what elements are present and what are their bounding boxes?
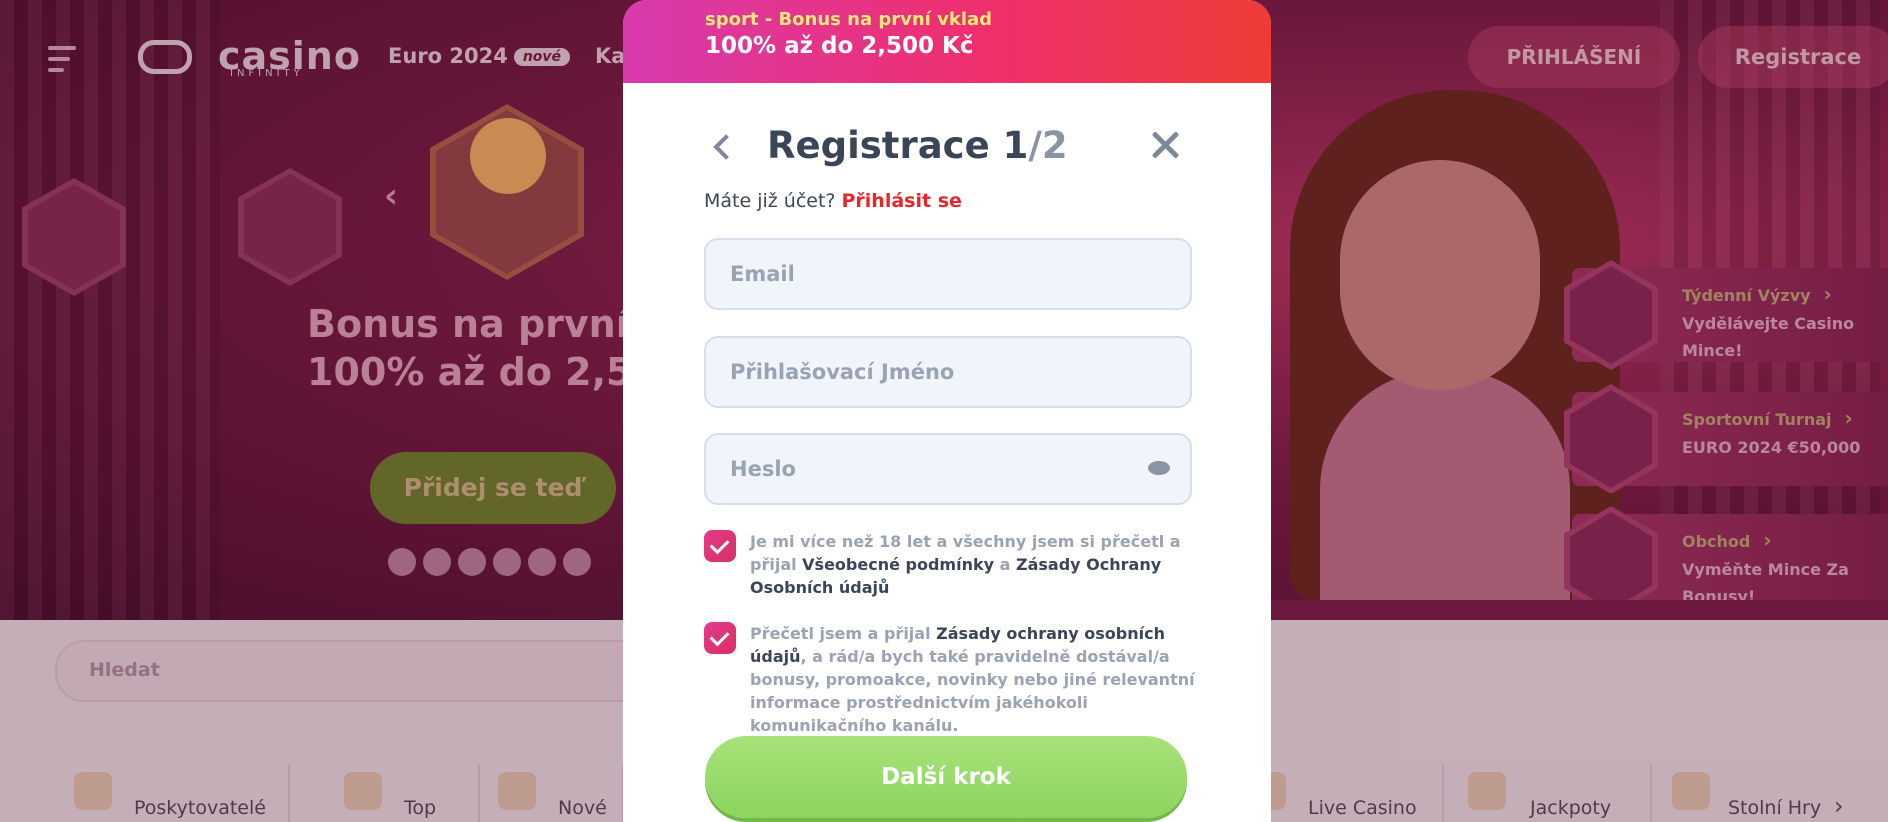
bonus-banner-subtitle: sport - Bonus na první vklad [705, 9, 993, 30]
registration-modal: sport - Bonus na první vklad 100% až do … [623, 0, 1271, 822]
show-password-eye-icon[interactable] [1148, 461, 1170, 475]
email-field[interactable] [704, 238, 1192, 310]
have-account-text: Máte již účet? [704, 190, 836, 212]
terms-link[interactable]: Všeobecné podmínky [802, 555, 994, 574]
password-input[interactable] [728, 435, 1132, 503]
close-icon[interactable] [1150, 130, 1180, 160]
marketing-consent-text: Přečetl jsem a přijal Zásady ochrany oso… [750, 622, 1200, 737]
have-account-row: Máte již účet? Přihlásit se [704, 190, 962, 212]
next-step-button[interactable]: Další krok [705, 736, 1187, 818]
consent2-rest: , a rád/a bych také pravidelně dostával/… [750, 647, 1195, 735]
modal-title: Registrace 1/2 [767, 124, 1068, 167]
bonus-banner-title: 100% až do 2,500 Kč [705, 33, 974, 59]
email-input[interactable] [728, 240, 1132, 308]
modal-title-step: Registrace 1 [767, 124, 1029, 167]
username-input[interactable] [728, 338, 1132, 406]
modal-title-total: /2 [1028, 124, 1068, 167]
age-terms-text: Je mi více než 18 let a všechny jsem si … [750, 530, 1200, 599]
username-field[interactable] [704, 336, 1192, 408]
consent2-text: Přečetl jsem a přijal [750, 624, 931, 643]
age-terms-checkbox[interactable] [704, 530, 736, 562]
login-link[interactable]: Přihlásit se [842, 190, 962, 212]
back-chevron-icon[interactable] [709, 134, 735, 160]
football-trophy-icon [470, 118, 546, 194]
password-field[interactable] [704, 433, 1192, 505]
marketing-checkbox[interactable] [704, 622, 736, 654]
consent1-and: a [999, 555, 1011, 574]
